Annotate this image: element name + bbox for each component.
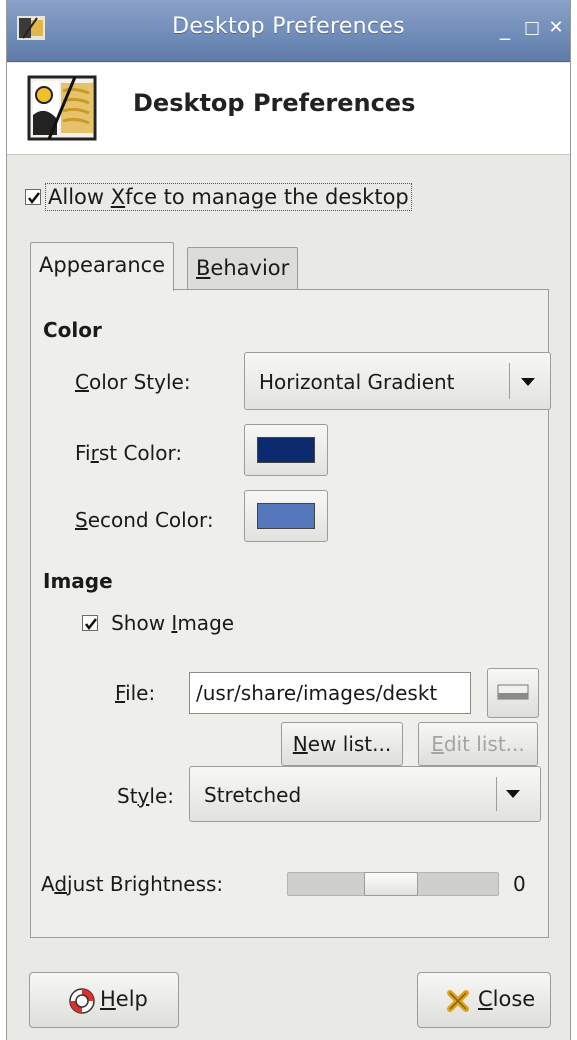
- dropdown-arrow-icon: [506, 790, 520, 798]
- edit-list-button[interactable]: Edit list...: [418, 722, 538, 766]
- show-image-label: Show Image: [111, 611, 235, 635]
- file-label: File:: [115, 681, 156, 705]
- dialog-header: Desktop Preferences: [7, 63, 570, 155]
- color-style-label: Color Style:: [75, 370, 191, 394]
- check-icon: [28, 192, 40, 205]
- window-title: Desktop Preferences: [172, 14, 405, 39]
- help-button-label: Help: [100, 987, 148, 1011]
- file-browse-button[interactable]: [487, 668, 539, 718]
- manage-desktop-row[interactable]: Allow Xfce to manage the desktop: [25, 183, 412, 211]
- image-section-title: Image: [43, 569, 113, 593]
- brightness-slider[interactable]: [287, 872, 499, 896]
- manage-desktop-label: Allow Xfce to manage the desktop: [45, 183, 412, 211]
- dialog-header-title: Desktop Preferences: [133, 89, 416, 117]
- maximize-button[interactable]: □: [521, 16, 543, 40]
- check-icon: [85, 618, 97, 631]
- help-lifebuoy-icon: [69, 988, 95, 1014]
- help-button[interactable]: Help: [29, 972, 179, 1028]
- file-path-input[interactable]: /usr/share/images/deskt: [189, 672, 471, 714]
- image-style-label: Style:: [117, 784, 174, 808]
- tab-behavior[interactable]: Behavior: [187, 247, 299, 293]
- tab-appearance[interactable]: Appearance: [30, 242, 175, 291]
- dropdown-arrow-icon: [521, 378, 535, 386]
- image-style-value: Stretched: [204, 783, 302, 807]
- new-list-button[interactable]: New list...: [281, 722, 403, 766]
- title-bar[interactable]: Desktop Preferences _ □ ✕: [7, 0, 570, 62]
- second-color-swatch: [257, 503, 315, 529]
- close-x-icon: [447, 990, 469, 1012]
- close-button[interactable]: Close: [417, 972, 551, 1028]
- desktop-preferences-icon: [27, 75, 97, 141]
- first-color-button[interactable]: [244, 424, 328, 476]
- first-color-label: First Color:: [75, 441, 183, 465]
- second-color-label: Second Color:: [75, 508, 214, 532]
- image-style-dropdown[interactable]: Stretched: [189, 766, 541, 822]
- adjust-brightness-label: Adjust Brightness:: [41, 872, 224, 896]
- color-section-title: Color: [43, 318, 102, 342]
- color-style-dropdown[interactable]: Horizontal Gradient: [244, 352, 551, 410]
- close-window-button[interactable]: ✕: [545, 16, 567, 40]
- show-image-row[interactable]: Show Image: [82, 611, 234, 635]
- color-style-value: Horizontal Gradient: [259, 370, 455, 394]
- brightness-slider-thumb[interactable]: [364, 872, 418, 896]
- close-button-label: Close: [478, 987, 536, 1011]
- brightness-value: 0: [513, 872, 526, 896]
- desktop-preferences-window: Desktop Preferences _ □ ✕ Desktop Prefer…: [6, 0, 571, 1040]
- browse-icon: [497, 684, 529, 700]
- first-color-swatch: [257, 437, 315, 463]
- second-color-button[interactable]: [244, 490, 328, 542]
- manage-desktop-checkbox[interactable]: [25, 189, 41, 205]
- show-image-checkbox[interactable]: [82, 615, 98, 631]
- minimize-button[interactable]: _: [494, 16, 516, 40]
